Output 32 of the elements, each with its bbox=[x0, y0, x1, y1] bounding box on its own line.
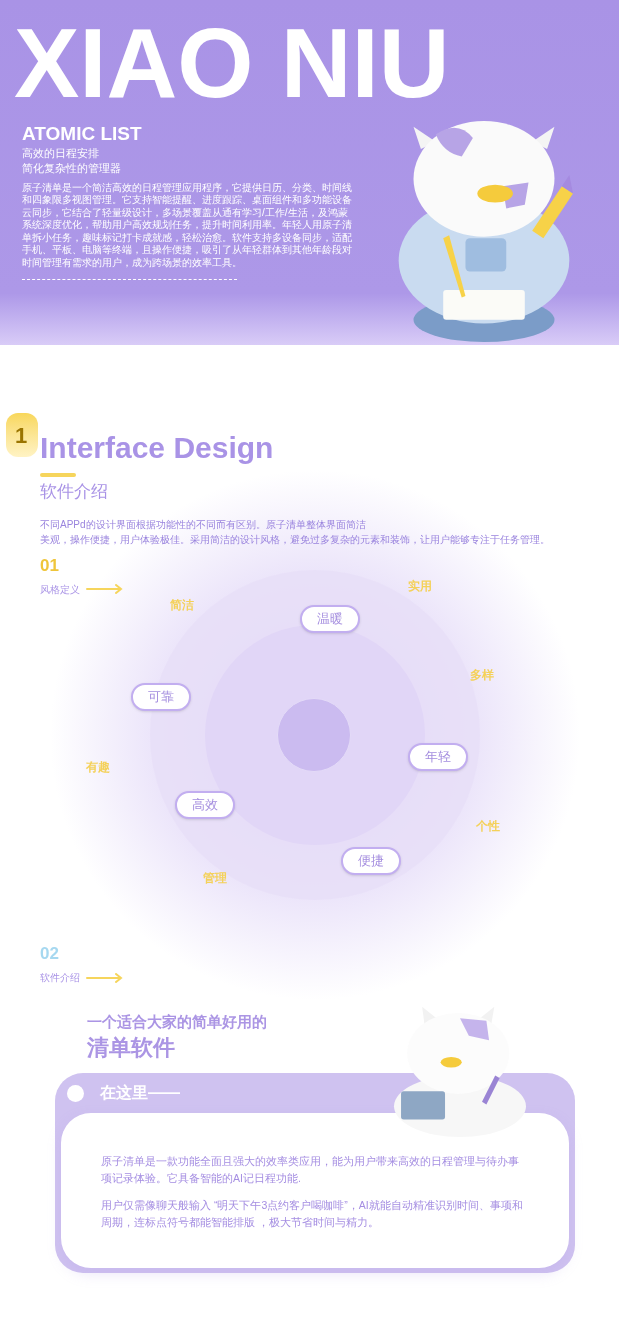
section-number: 01 bbox=[40, 556, 60, 574]
intro-text: 美观，操作便捷，用户体验极佳。采用简洁的设计风格，避免过多复杂的元素和装饰，让用户能够专注于任务管理。 bbox=[40, 532, 551, 547]
tagline: 简化复杂性的管理器 bbox=[22, 160, 122, 176]
card-paragraph: 用户仅需像聊天般输入 “明天下午3点约客户喝咖啡”，AI就能自动精准识别时间、事项和周期，连标点符号都能智能排版 ，极大节省时间与精力。 bbox=[101, 1198, 524, 1230]
keyword: 有趣 bbox=[86, 759, 110, 776]
keyword-bubble: 可靠 bbox=[131, 683, 191, 711]
number-badge: 1 bbox=[6, 413, 38, 457]
card-title: 在这里—— bbox=[100, 1083, 180, 1103]
hero-title: XIAO NIU bbox=[14, 14, 450, 112]
keyword: 多样 bbox=[470, 667, 494, 684]
arrow-icon bbox=[86, 584, 124, 594]
section-title: Interface Design bbox=[40, 433, 274, 463]
keyword: 个性 bbox=[476, 818, 500, 835]
intro-text: 不同APPd的设计界面根据功能性的不同而有区别。原子清单整体界面简洁 bbox=[40, 517, 367, 532]
brand-name: ATOMIC LIST bbox=[22, 122, 143, 146]
keyword-bubble: 便捷 bbox=[341, 847, 401, 875]
tagline: 高效的日程安排 bbox=[22, 145, 100, 161]
card-paragraph: 原子清单是一款功能全面且强大的效率类应用，能为用户带来高效的日程管理与待办事项记录体验。它具备智能的AI记日程功能. bbox=[101, 1154, 520, 1186]
keyword: 简洁 bbox=[170, 597, 194, 614]
headline: 一个适合大家的简单好用的 bbox=[87, 1012, 268, 1032]
headline-large: 清单软件 bbox=[87, 1033, 176, 1061]
section-number: 02 bbox=[40, 945, 60, 962]
keyword: 实用 bbox=[408, 578, 432, 595]
keyword-bubble: 高效 bbox=[175, 791, 235, 819]
keyword-bubble: 温暖 bbox=[300, 605, 360, 633]
description-paragraph: 原子清单是一个简洁高效的日程管理应用程序，它提供日历、分类、时间线和四象限多视图管理。它支持智能提醒、进度跟踪、桌面组件和多功能设备云同步，它结合了轻量级设计，多场景覆盖从通有学习/工作/生活，及鸿蒙系统深度优化，帮助用户高效规划任务，提升时间利用率。年轻人用原子清单拆小任务，趣味标记打卡成就感，轻松治愈。软件支持多设备同步，适配手机、平板、电脑等终端，且操作便捷，吸引了从年轻群体到其他年龄段对时间管理有需求的用户，成为跨场景的效率工具。 bbox=[22, 181, 353, 270]
section-subtitle: 软件介绍 bbox=[40, 481, 109, 503]
keyword-bubble: 年轻 bbox=[408, 743, 468, 771]
section-label: 风格定义 bbox=[40, 582, 80, 597]
arrow-icon bbox=[86, 972, 124, 983]
keyword: 管理 bbox=[203, 870, 227, 887]
section-label: 软件介绍 bbox=[40, 971, 80, 985]
